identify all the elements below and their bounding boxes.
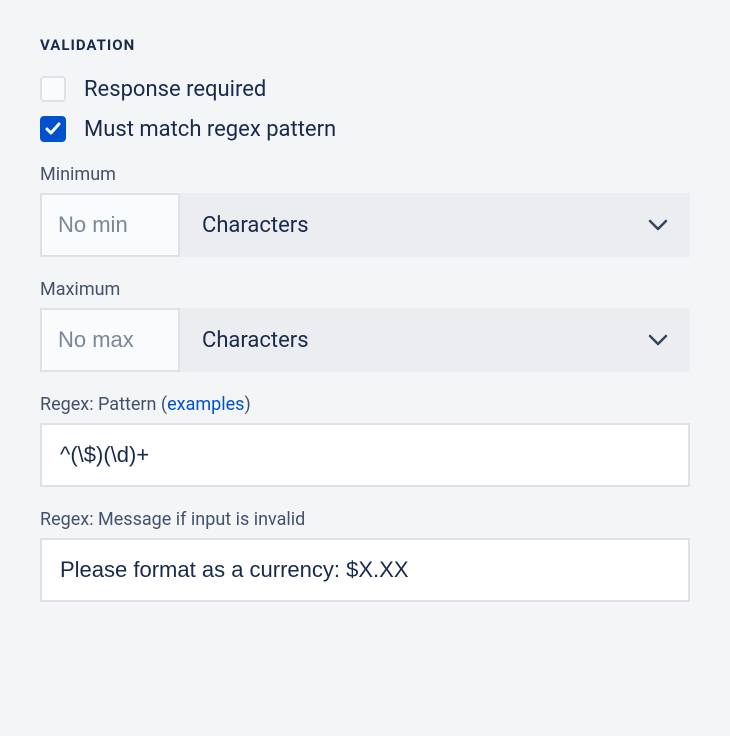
chevron-down-icon <box>648 334 668 346</box>
regex-pattern-label-prefix: Regex: Pattern ( <box>40 394 167 415</box>
must-match-regex-row: Must match regex pattern <box>40 116 690 142</box>
minimum-unit-text: Characters <box>202 213 309 238</box>
regex-pattern-label: Regex: Pattern (examples) <box>40 394 690 415</box>
examples-link[interactable]: examples <box>167 394 244 415</box>
regex-message-input[interactable] <box>40 538 690 602</box>
minimum-unit-select[interactable]: Characters <box>180 193 690 257</box>
minimum-label: Minimum <box>40 164 690 185</box>
validation-heading: VALIDATION <box>40 36 690 54</box>
maximum-label: Maximum <box>40 279 690 300</box>
response-required-row: Response required <box>40 76 690 102</box>
maximum-input[interactable] <box>40 308 180 372</box>
regex-pattern-input[interactable] <box>40 423 690 487</box>
regex-message-label: Regex: Message if input is invalid <box>40 509 690 530</box>
regex-pattern-block: Regex: Pattern (examples) <box>40 394 690 487</box>
minimum-input[interactable] <box>40 193 180 257</box>
minimum-block: Minimum Characters <box>40 164 690 257</box>
must-match-regex-checkbox[interactable] <box>40 116 66 142</box>
maximum-unit-text: Characters <box>202 328 309 353</box>
response-required-label: Response required <box>84 77 266 102</box>
checkmark-icon <box>45 122 61 136</box>
regex-message-block: Regex: Message if input is invalid <box>40 509 690 602</box>
maximum-block: Maximum Characters <box>40 279 690 372</box>
response-required-checkbox[interactable] <box>40 76 66 102</box>
maximum-unit-select[interactable]: Characters <box>180 308 690 372</box>
regex-pattern-label-suffix: ) <box>244 394 250 415</box>
chevron-down-icon <box>648 219 668 231</box>
must-match-regex-label: Must match regex pattern <box>84 117 336 142</box>
